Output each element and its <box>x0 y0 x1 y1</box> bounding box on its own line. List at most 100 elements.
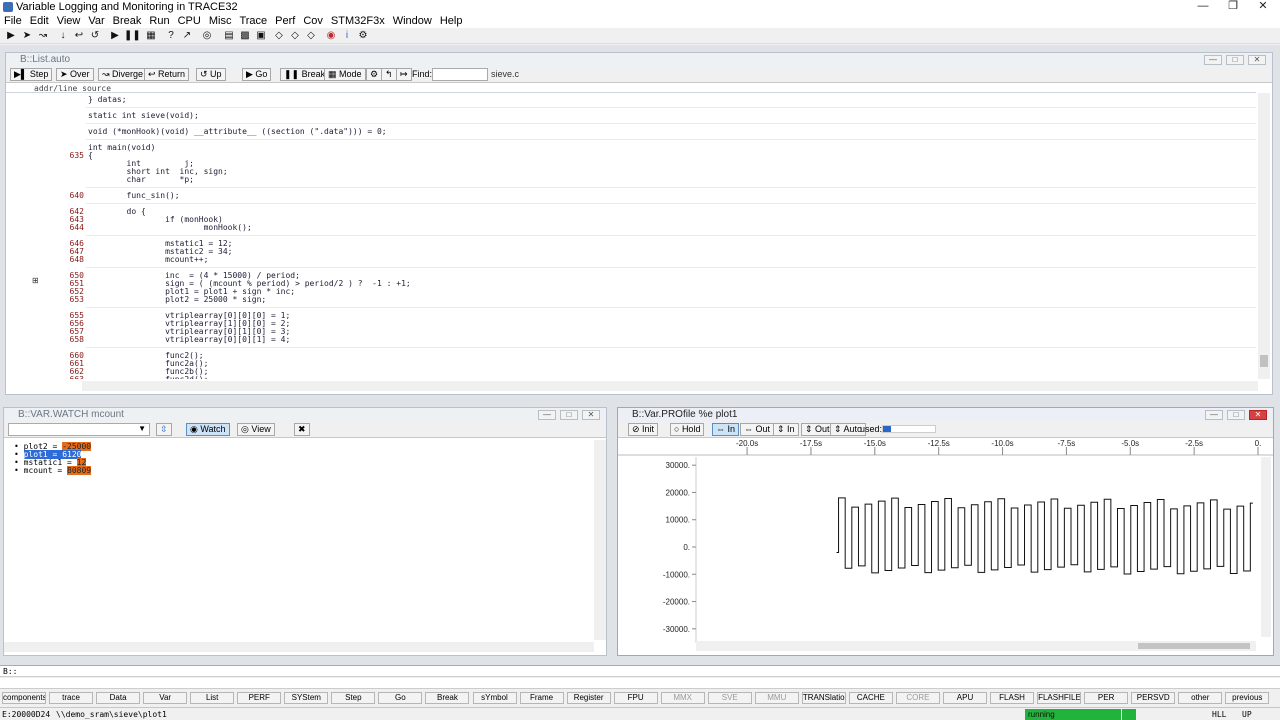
softkey-var[interactable]: Var <box>143 692 188 704</box>
window-minimize-icon[interactable]: — <box>1204 55 1222 65</box>
watch-vertical-scrollbar[interactable] <box>594 440 606 640</box>
window-minimize-icon[interactable]: — <box>1205 410 1223 420</box>
menu-run[interactable]: Run <box>145 14 173 28</box>
zoom-out-y-button[interactable]: ⇕ Out <box>801 423 834 436</box>
window-maximize-icon[interactable]: □ <box>560 410 578 420</box>
hold-button[interactable]: ○ Hold <box>670 423 705 436</box>
source-line[interactable]: func2d(); <box>88 375 208 379</box>
chart-vertical-scrollbar[interactable] <box>1261 457 1271 637</box>
trace-profile-icon[interactable]: ◇ <box>304 29 318 43</box>
source-line[interactable]: plot2 = 25000 * sign; <box>88 295 266 304</box>
close-icon[interactable]: ✕ <box>1248 0 1278 14</box>
trace-chart-icon[interactable]: ◇ <box>288 29 302 43</box>
softkey-cache[interactable]: CACHE <box>848 692 893 704</box>
source-line[interactable]: monHook(); <box>88 223 252 232</box>
softkey-mmu[interactable]: MMU <box>754 692 799 704</box>
break-icon[interactable]: ❚❚ <box>124 29 141 43</box>
menu-trace[interactable]: Trace <box>235 14 271 28</box>
go-icon[interactable]: ▶ <box>108 29 122 43</box>
zoom-in-y-button[interactable]: ⇕ In <box>773 423 799 436</box>
watch-list[interactable]: • plot2 = -25000 • plot1 = 6120 • mstati… <box>4 440 594 640</box>
softkey-mmx[interactable]: MMX <box>660 692 705 704</box>
list-horizontal-scrollbar[interactable] <box>82 381 1258 391</box>
source-line[interactable]: void (*monHook)(void) __attribute__ ((se… <box>88 127 387 136</box>
window-close-icon[interactable]: ✕ <box>1248 55 1266 65</box>
menu-edit[interactable]: Edit <box>26 14 53 28</box>
step-icon[interactable]: ▶ <box>4 29 18 43</box>
softkey-other[interactable]: other <box>1178 692 1223 704</box>
view-button[interactable]: ◎ View <box>237 423 275 436</box>
var-row[interactable]: • mcount = 80809 <box>14 466 92 475</box>
softkey-translation[interactable]: TRANSlation <box>801 692 846 704</box>
find-input[interactable] <box>432 68 488 81</box>
settings-icon[interactable]: ⚙ <box>356 29 370 43</box>
softkey-symbol[interactable]: sYmbol <box>472 692 517 704</box>
go-button[interactable]: ▶ Go <box>242 68 272 81</box>
register-icon[interactable]: ▤ <box>222 29 236 43</box>
up-icon[interactable]: ↺ <box>88 29 102 43</box>
menu-help[interactable]: Help <box>436 14 467 28</box>
scroll-thumb[interactable] <box>1260 355 1268 367</box>
menu-perf[interactable]: Perf <box>271 14 299 28</box>
source-line[interactable]: vtriplearray[0][0][1] = 4; <box>88 335 290 344</box>
zoom-out-x-button[interactable]: ⇔ Out <box>740 423 775 436</box>
menu-window[interactable]: Window <box>389 14 436 28</box>
watch-button[interactable]: ◉ Watch <box>186 423 230 436</box>
softkey-flash[interactable]: FLASH <box>990 692 1035 704</box>
watch-clear-button[interactable]: ✖ <box>294 423 310 436</box>
over-icon[interactable]: ➤ <box>20 29 34 43</box>
softkey-previous[interactable]: previous <box>1225 692 1270 704</box>
softkey-fpu[interactable]: FPU <box>613 692 658 704</box>
softkey-frame[interactable]: Frame <box>519 692 564 704</box>
list-nav-button[interactable]: ↰ <box>381 68 397 81</box>
help-icon[interactable]: ? <box>164 29 178 43</box>
up-button[interactable]: ↺ Up <box>196 68 226 81</box>
menu-cov[interactable]: Cov <box>299 14 327 28</box>
menu-break[interactable]: Break <box>109 14 146 28</box>
profile-chart[interactable]: -20.0s -17.5s -15.0s -12.5s -10.0s -7.5s -5.0s… <box>618 439 1273 655</box>
record-icon[interactable]: ◉ <box>324 29 338 43</box>
softkey-per[interactable]: PER <box>1084 692 1129 704</box>
source-line[interactable]: func_sin(); <box>88 191 180 200</box>
softkey-step[interactable]: Step <box>331 692 376 704</box>
over-button[interactable]: ➤ Over <box>56 68 94 81</box>
variable-combo[interactable]: ▼ <box>8 423 150 436</box>
softkey-system[interactable]: SYStem <box>284 692 329 704</box>
window-close-icon[interactable]: ✕ <box>582 410 600 420</box>
list-icon[interactable]: ▦ <box>144 29 158 43</box>
list-jump-button[interactable]: ↦ <box>396 68 412 81</box>
trace-list-icon[interactable]: ◇ <box>272 29 286 43</box>
restore-icon[interactable]: ❐ <box>1218 0 1248 14</box>
softkey-components[interactable]: components <box>2 692 46 704</box>
softkey-sve[interactable]: SVE <box>707 692 752 704</box>
menu-cpu[interactable]: CPU <box>174 14 205 28</box>
softkey-persvd[interactable]: PERSVD <box>1131 692 1176 704</box>
list-vertical-scrollbar[interactable] <box>1258 93 1270 379</box>
command-line[interactable]: B:: <box>0 665 1280 677</box>
init-button[interactable]: ⊘ Init <box>628 423 659 436</box>
info-icon[interactable]: i <box>340 29 354 43</box>
softkey-go[interactable]: Go <box>378 692 423 704</box>
source-line[interactable]: mcount++; <box>88 255 208 264</box>
watch-info-button[interactable]: ⇳ <box>156 423 172 436</box>
window-maximize-icon[interactable]: □ <box>1226 55 1244 65</box>
softkey-core[interactable]: CORE <box>895 692 940 704</box>
menu-file[interactable]: File <box>0 14 26 28</box>
softkey-break[interactable]: Break <box>425 692 470 704</box>
step-button[interactable]: ▶▌ Step <box>10 68 53 81</box>
chart-scroll-thumb[interactable] <box>1138 643 1250 649</box>
softkey-trace[interactable]: trace <box>49 692 94 704</box>
source-listing[interactable]: } datas; static int sieve(void); void (*mo… <box>6 93 1258 379</box>
expand-icon[interactable]: ⊞ <box>32 277 40 285</box>
menu-stm32f3x[interactable]: STM32F3x <box>327 14 389 28</box>
softkey-apu[interactable]: APU <box>943 692 987 704</box>
watch-horizontal-scrollbar[interactable] <box>4 642 594 652</box>
source-line[interactable]: int main(void) <box>88 143 155 152</box>
menu-misc[interactable]: Misc <box>205 14 236 28</box>
softkey-register[interactable]: Register <box>566 692 611 704</box>
break-button[interactable]: ❚❚ Break <box>280 68 330 81</box>
return-icon[interactable]: ↩ <box>72 29 86 43</box>
globe-icon[interactable]: ◎ <box>200 29 214 43</box>
source-line[interactable]: static int sieve(void); <box>88 111 199 120</box>
softkey-list[interactable]: List <box>190 692 235 704</box>
